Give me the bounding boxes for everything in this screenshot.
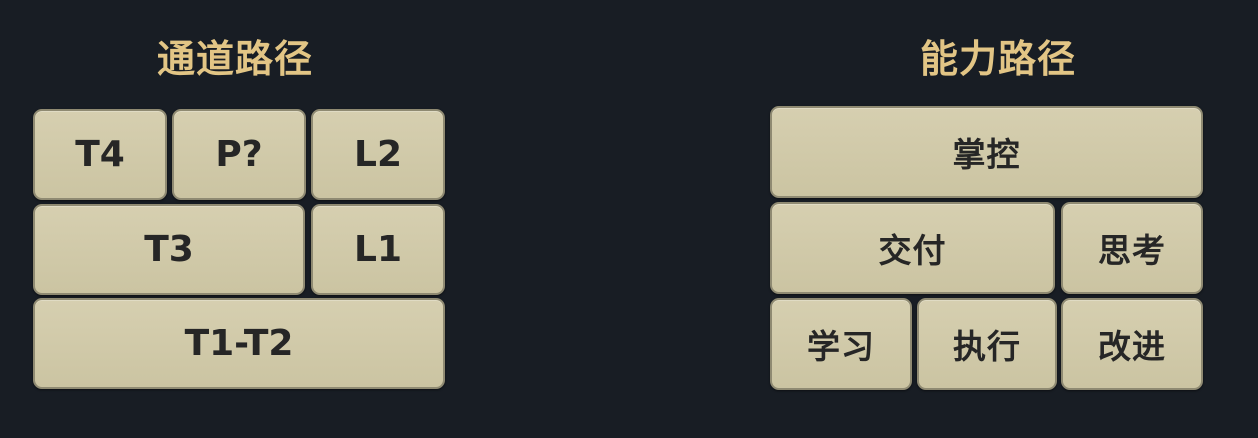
block-p: P? xyxy=(172,109,306,200)
block-t3: T3 xyxy=(33,204,305,295)
block-l2: L2 xyxy=(311,109,445,200)
block-t4: T4 xyxy=(33,109,167,200)
channel-path-title: 通道路径 xyxy=(156,37,313,81)
ability-path-title: 能力路径 xyxy=(919,37,1076,81)
block-t1-t2: T1-T2 xyxy=(33,298,445,389)
block-execute: 执行 xyxy=(917,298,1057,390)
block-control: 掌控 xyxy=(770,106,1203,198)
block-l1: L1 xyxy=(311,204,445,295)
block-deliver: 交付 xyxy=(770,202,1055,294)
block-learn: 学习 xyxy=(770,298,912,390)
block-improve: 改进 xyxy=(1061,298,1203,390)
block-think: 思考 xyxy=(1061,202,1203,294)
